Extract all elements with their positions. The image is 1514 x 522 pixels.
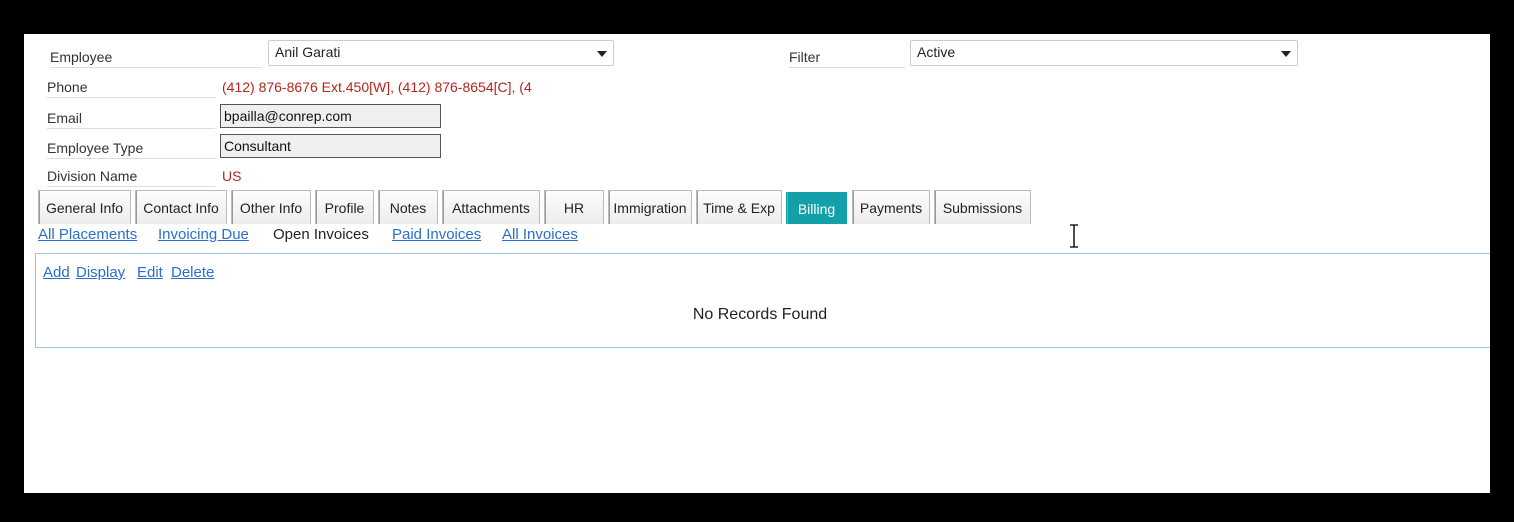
email-field[interactable]: bpailla@conrep.com [220,104,441,128]
chevron-down-icon [597,51,607,57]
tab-immigration[interactable]: Immigration [608,190,692,224]
phone-label: Phone [47,79,215,98]
phone-value: (412) 876-8676 Ext.450[W], (412) 876-865… [222,79,532,95]
invoices-panel: Add Display Edit Delete No Records Found [35,253,1490,348]
invoicing-due-link[interactable]: Invoicing Due [158,226,249,243]
all-invoices-link[interactable]: All Invoices [502,226,578,243]
division-label: Division Name [47,168,215,187]
tab-attachments[interactable]: Attachments [442,190,540,224]
employee-type-label: Employee Type [47,140,215,159]
tab-other-info[interactable]: Other Info [231,190,311,224]
tab-payments[interactable]: Payments [852,190,930,224]
no-records-message: No Records Found [692,306,828,323]
division-value: US [222,168,242,184]
display-button[interactable]: Display [76,264,125,281]
filter-select[interactable]: Active [910,40,1298,66]
tab-notes[interactable]: Notes [378,190,438,224]
tab-general-info[interactable]: General Info [38,190,131,224]
all-placements-link[interactable]: All Placements [38,226,137,243]
chevron-down-icon [1281,51,1291,57]
text-cursor-icon [1070,224,1078,248]
filter-label: Filter [789,49,905,68]
employee-type-field[interactable]: Consultant [220,134,441,158]
tab-hr[interactable]: HR [544,190,604,224]
paid-invoices-link[interactable]: Paid Invoices [392,226,481,243]
delete-button[interactable]: Delete [171,264,214,281]
add-button[interactable]: Add [43,264,70,281]
employee-select-value: Anil Garati [275,44,341,60]
tab-time-exp[interactable]: Time & Exp [696,190,782,224]
employee-billing-page: Employee Anil Garati Filter Active Phone… [24,34,1490,493]
employee-select[interactable]: Anil Garati [268,40,614,66]
tab-billing[interactable]: Billing [786,192,847,224]
filter-select-value: Active [917,44,956,60]
employee-label: Employee [50,49,262,68]
tab-profile[interactable]: Profile [315,190,374,224]
open-invoices-current: Open Invoices [273,226,369,243]
tab-submissions[interactable]: Submissions [934,190,1031,224]
tab-contact-info[interactable]: Contact Info [135,190,227,224]
email-label: Email [47,110,215,129]
edit-button[interactable]: Edit [137,264,163,281]
